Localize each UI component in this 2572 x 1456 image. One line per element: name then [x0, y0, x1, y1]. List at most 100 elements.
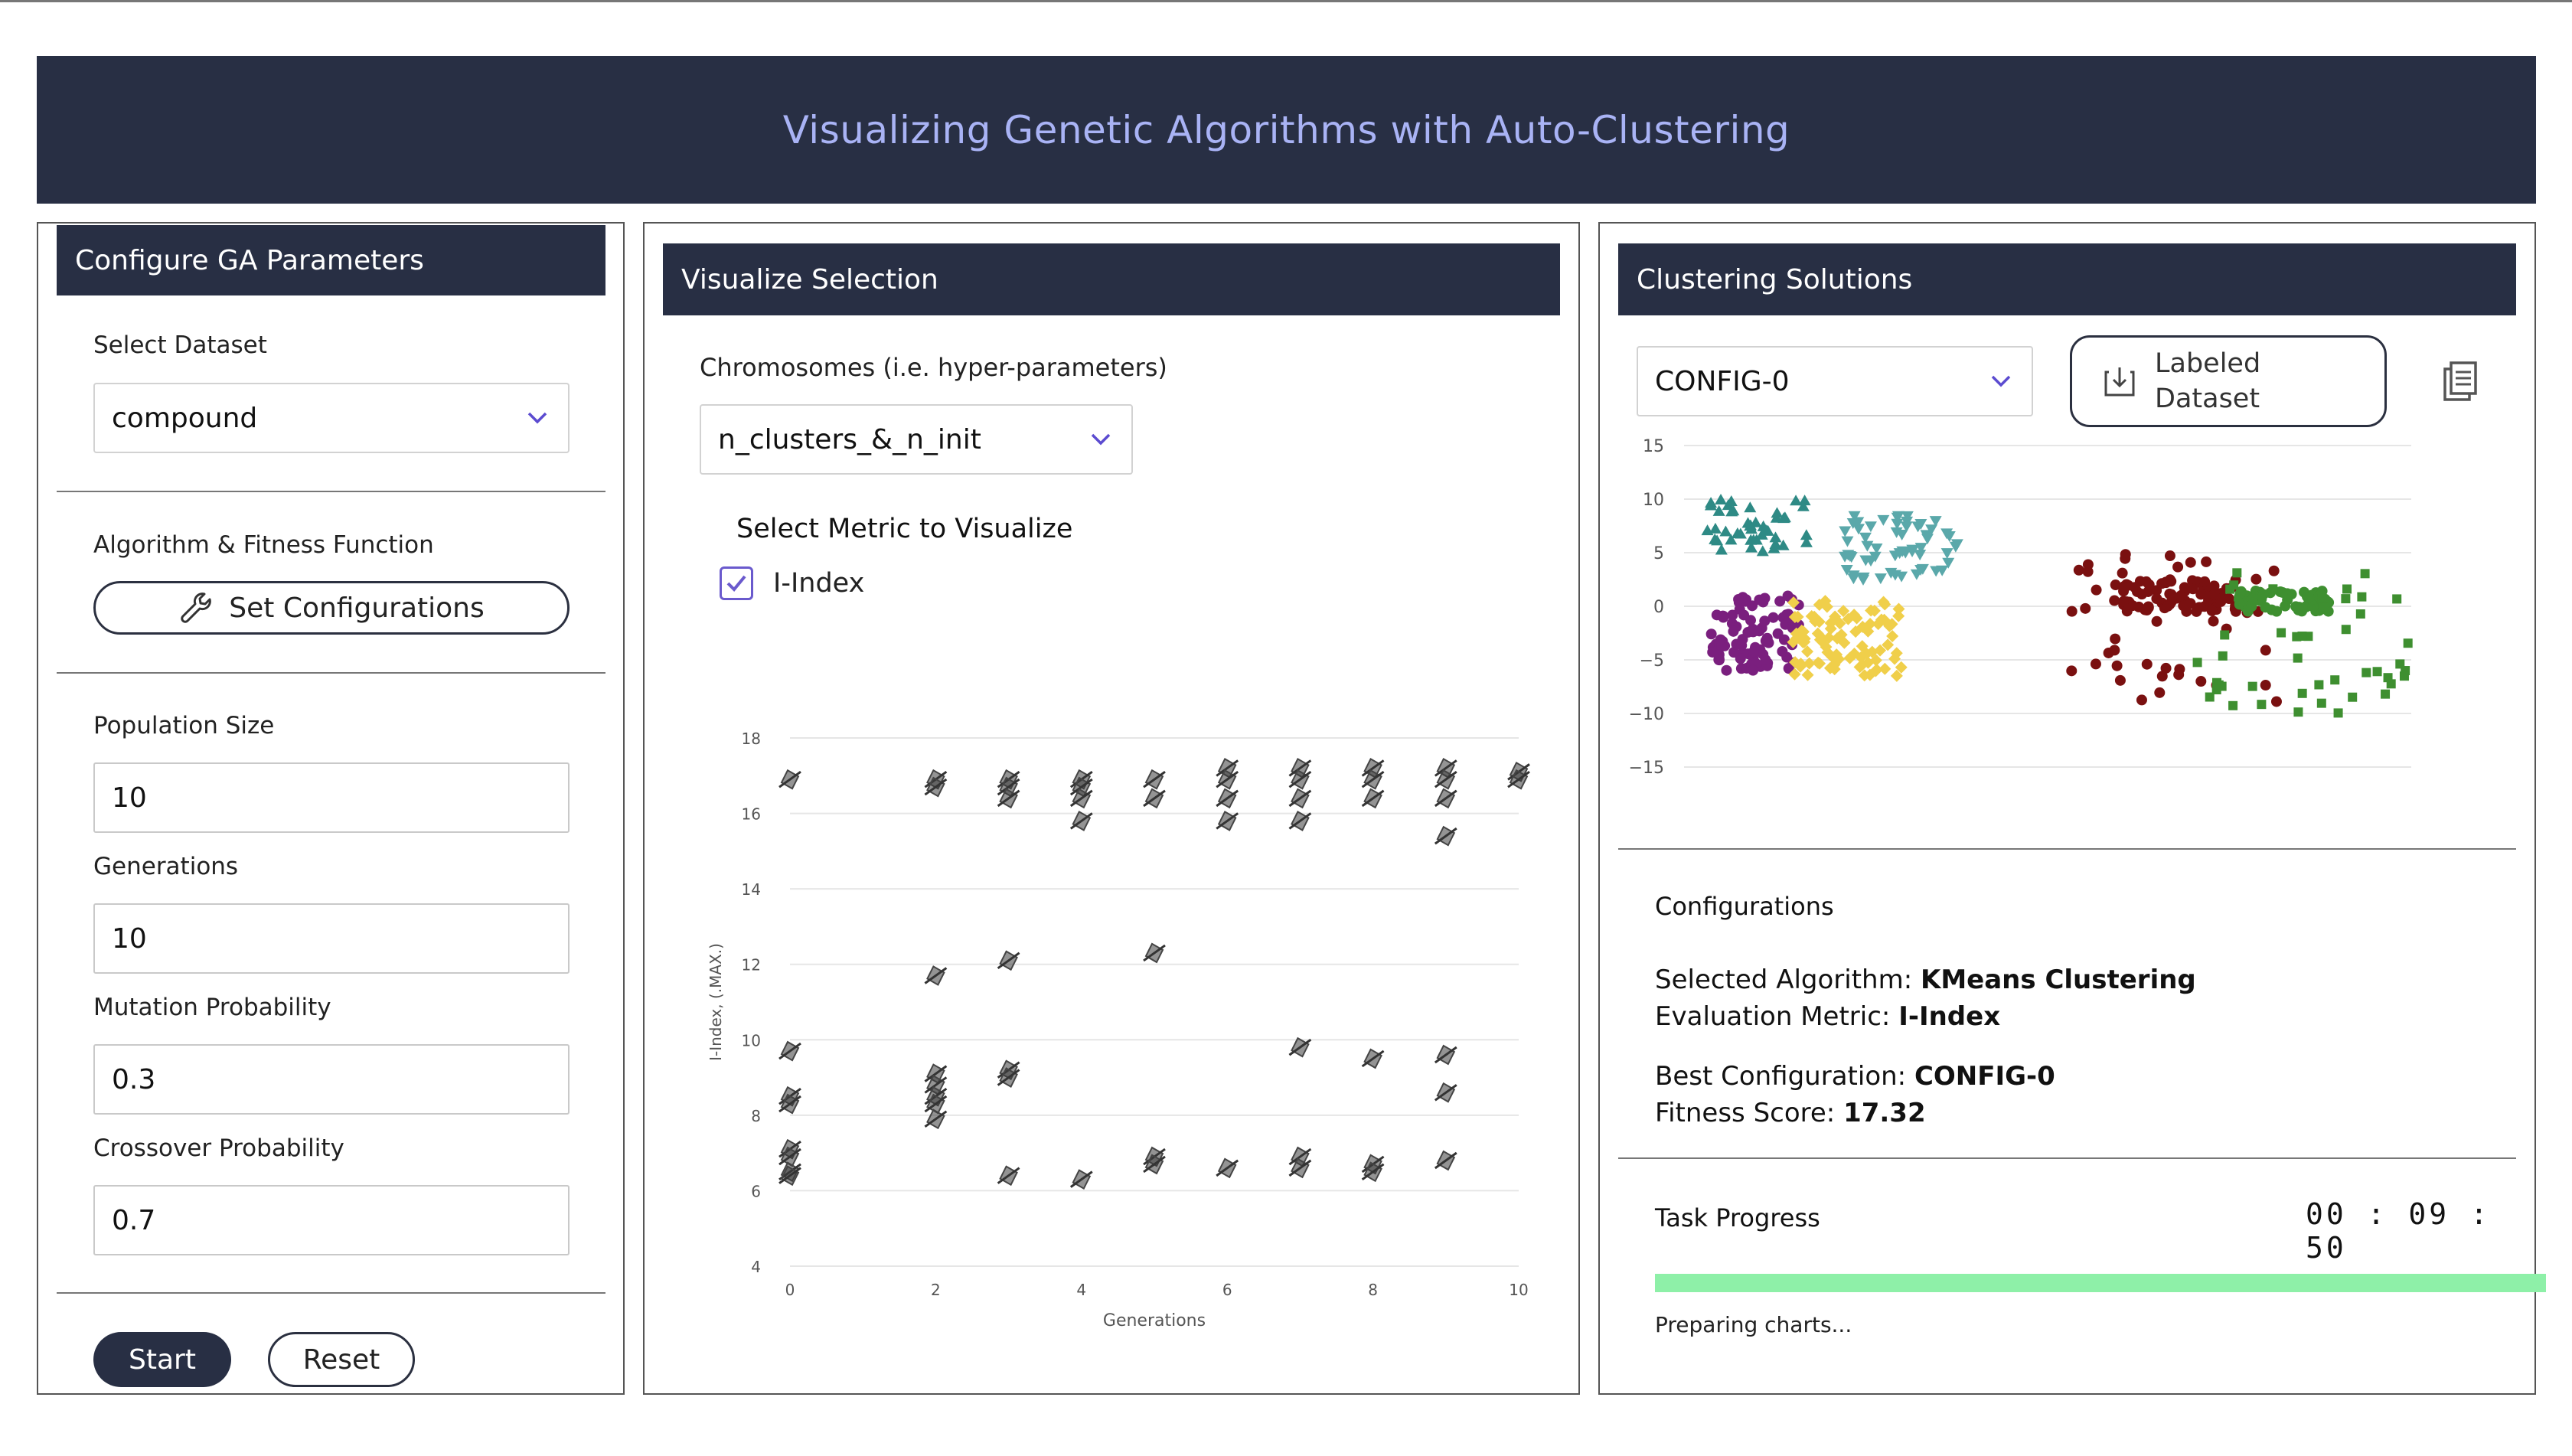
cluster-point	[2164, 588, 2175, 599]
cluster-point	[2117, 567, 2128, 579]
fitness-key: Fitness Score:	[1655, 1098, 1836, 1128]
cluster-point	[2381, 689, 2391, 699]
cluster-point	[1728, 625, 1739, 637]
config-value: CONFIG-0	[1655, 365, 1790, 397]
cluster-point	[2403, 638, 2413, 648]
cluster-point	[1748, 646, 1759, 658]
cluster-point	[2392, 594, 2402, 604]
chromosome-select[interactable]: n_clusters_&_n_init	[700, 404, 1133, 475]
x-tick-label: 10	[1509, 1281, 1528, 1299]
data-point	[1361, 1048, 1385, 1069]
task-timer: 00 : 09 : 50	[2306, 1197, 2491, 1265]
cluster-point	[2297, 632, 2307, 641]
wrench-icon	[181, 593, 212, 623]
cluster-point	[2268, 565, 2280, 576]
crossover-value: 0.7	[112, 1204, 156, 1236]
cluster-point	[2286, 589, 2297, 600]
set-configurations-button[interactable]: Set Configurations	[93, 581, 570, 635]
data-point	[1143, 942, 1166, 964]
algo-value: KMeans Clustering	[1920, 965, 2196, 995]
panel-title-clustering: Clustering Solutions	[1618, 243, 2516, 315]
cluster-point	[2250, 573, 2262, 585]
cluster-point	[2260, 645, 2271, 656]
data-point	[1216, 811, 1239, 831]
cluster-point	[2303, 592, 2315, 603]
cluster-point	[2293, 707, 2303, 717]
cluster-point	[2246, 601, 2257, 612]
cluster-point	[1878, 662, 1891, 675]
cluster-point	[2314, 680, 2324, 690]
cluster-point	[1857, 574, 1870, 586]
cluster-point	[1940, 548, 1953, 560]
y-tick-label: −15	[1629, 759, 1664, 778]
data-point	[1434, 1082, 1457, 1103]
cluster-point	[2151, 615, 2162, 627]
download-icon	[2104, 367, 2135, 397]
cluster-point	[2175, 590, 2186, 602]
cluster-point	[2073, 564, 2084, 576]
cluster-point	[2383, 673, 2393, 683]
data-point	[1434, 1044, 1457, 1066]
cluster-point	[2217, 681, 2227, 691]
cluster-point	[2154, 687, 2166, 698]
cluster-point	[2121, 606, 2133, 617]
panel-title-ga-params: Configure GA Parameters	[57, 225, 605, 295]
progress-fill	[1655, 1274, 2546, 1292]
cluster-point	[2399, 671, 2409, 681]
data-point	[1216, 788, 1239, 809]
generations-input[interactable]: 10	[93, 903, 570, 974]
labeled-line2: Dataset	[2155, 384, 2260, 414]
x-axis-label: Generations	[1103, 1311, 1206, 1330]
cluster-point	[2114, 674, 2126, 686]
data-point	[1069, 811, 1093, 831]
cluster-point	[2355, 609, 2365, 619]
y-tick-label: 15	[1643, 437, 1664, 456]
best-key: Best Configuration:	[1655, 1061, 1907, 1092]
dataset-select[interactable]: compound	[93, 383, 570, 453]
cluster-point	[2082, 559, 2094, 570]
y-tick-label: 4	[751, 1258, 761, 1276]
y-tick-label: 18	[742, 730, 761, 748]
cluster-point	[2164, 599, 2175, 610]
metric-label: Select Metric to Visualize	[736, 514, 1073, 544]
cluster-point	[2195, 676, 2207, 687]
copy-icon[interactable]	[2440, 360, 2480, 403]
cluster-point	[2333, 708, 2343, 718]
data-point	[1288, 1037, 1312, 1058]
cluster-point	[2268, 584, 2278, 594]
cluster-point	[2372, 667, 2382, 677]
data-point	[1434, 825, 1457, 847]
progress-status: Preparing charts...	[1655, 1312, 1852, 1337]
cluster-point	[2341, 594, 2351, 604]
cluster-point	[1760, 654, 1771, 665]
cluster-point	[1754, 594, 1765, 606]
cluster-point	[2220, 630, 2230, 640]
mutation-input[interactable]: 0.3	[93, 1044, 570, 1115]
mutation-value: 0.3	[112, 1063, 156, 1095]
y-tick-label: 5	[1653, 544, 1664, 563]
data-point	[1434, 788, 1457, 809]
cluster-point	[1721, 664, 1732, 676]
progress-track	[1655, 1274, 2546, 1292]
cluster-point	[1733, 594, 1745, 606]
population-label: Population Size	[93, 712, 275, 739]
start-button[interactable]: Start	[93, 1332, 231, 1387]
cluster-point	[2317, 593, 2327, 603]
x-tick-label: 8	[1368, 1281, 1378, 1299]
cluster-point	[1801, 668, 1814, 681]
y-tick-label: 10	[1643, 491, 1664, 510]
cluster-point	[2141, 658, 2153, 670]
cluster-point	[2110, 633, 2121, 645]
cluster-point	[2173, 669, 2185, 681]
data-point	[778, 1040, 801, 1062]
labeled-dataset-button[interactable]: Labeled Dataset	[2070, 335, 2387, 427]
reset-button[interactable]: Reset	[268, 1332, 415, 1387]
algorithm-label: Algorithm & Fitness Function	[93, 531, 434, 559]
population-input[interactable]: 10	[93, 762, 570, 833]
y-tick-label: 16	[742, 805, 761, 824]
y-tick-label: 14	[742, 880, 761, 899]
divider	[57, 672, 605, 674]
config-select[interactable]: CONFIG-0	[1637, 346, 2033, 416]
metric-checkbox[interactable]	[720, 566, 753, 600]
crossover-input[interactable]: 0.7	[93, 1185, 570, 1255]
